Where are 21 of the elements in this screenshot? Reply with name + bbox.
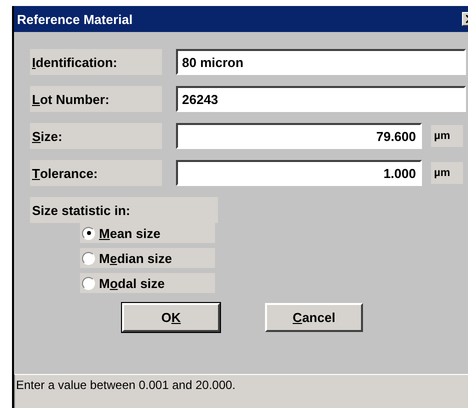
field-label: Lot Number: (30, 86, 162, 112)
input-field[interactable]: 26243 (176, 86, 466, 112)
cancel-button[interactable]: Cancel (265, 303, 363, 332)
unit-label: µm (431, 125, 463, 147)
field-label: Size: (30, 123, 162, 149)
radio-button[interactable] (82, 226, 95, 240)
ok-button[interactable]: OK (122, 303, 220, 332)
field-label: Identification: (30, 49, 162, 75)
status-bar: Enter a value between 0.001 and 20.000. (14, 374, 468, 408)
group-label: Size statistic in: (30, 197, 218, 223)
radio-option[interactable]: Modal size (80, 273, 215, 293)
radio-button[interactable] (82, 252, 95, 264)
unit-label: µm (431, 162, 463, 184)
radio-option[interactable]: Median size (80, 248, 215, 268)
input-field[interactable]: 80 micron (176, 49, 466, 75)
input-field[interactable]: 1.000 (176, 160, 422, 186)
input-field[interactable]: 79.600 (176, 123, 422, 149)
window-title: Reference Material (17, 12, 133, 26)
radio-button[interactable] (82, 276, 95, 290)
radio-option[interactable]: Mean size (80, 223, 215, 243)
field-label: Tolerance: (30, 160, 162, 186)
